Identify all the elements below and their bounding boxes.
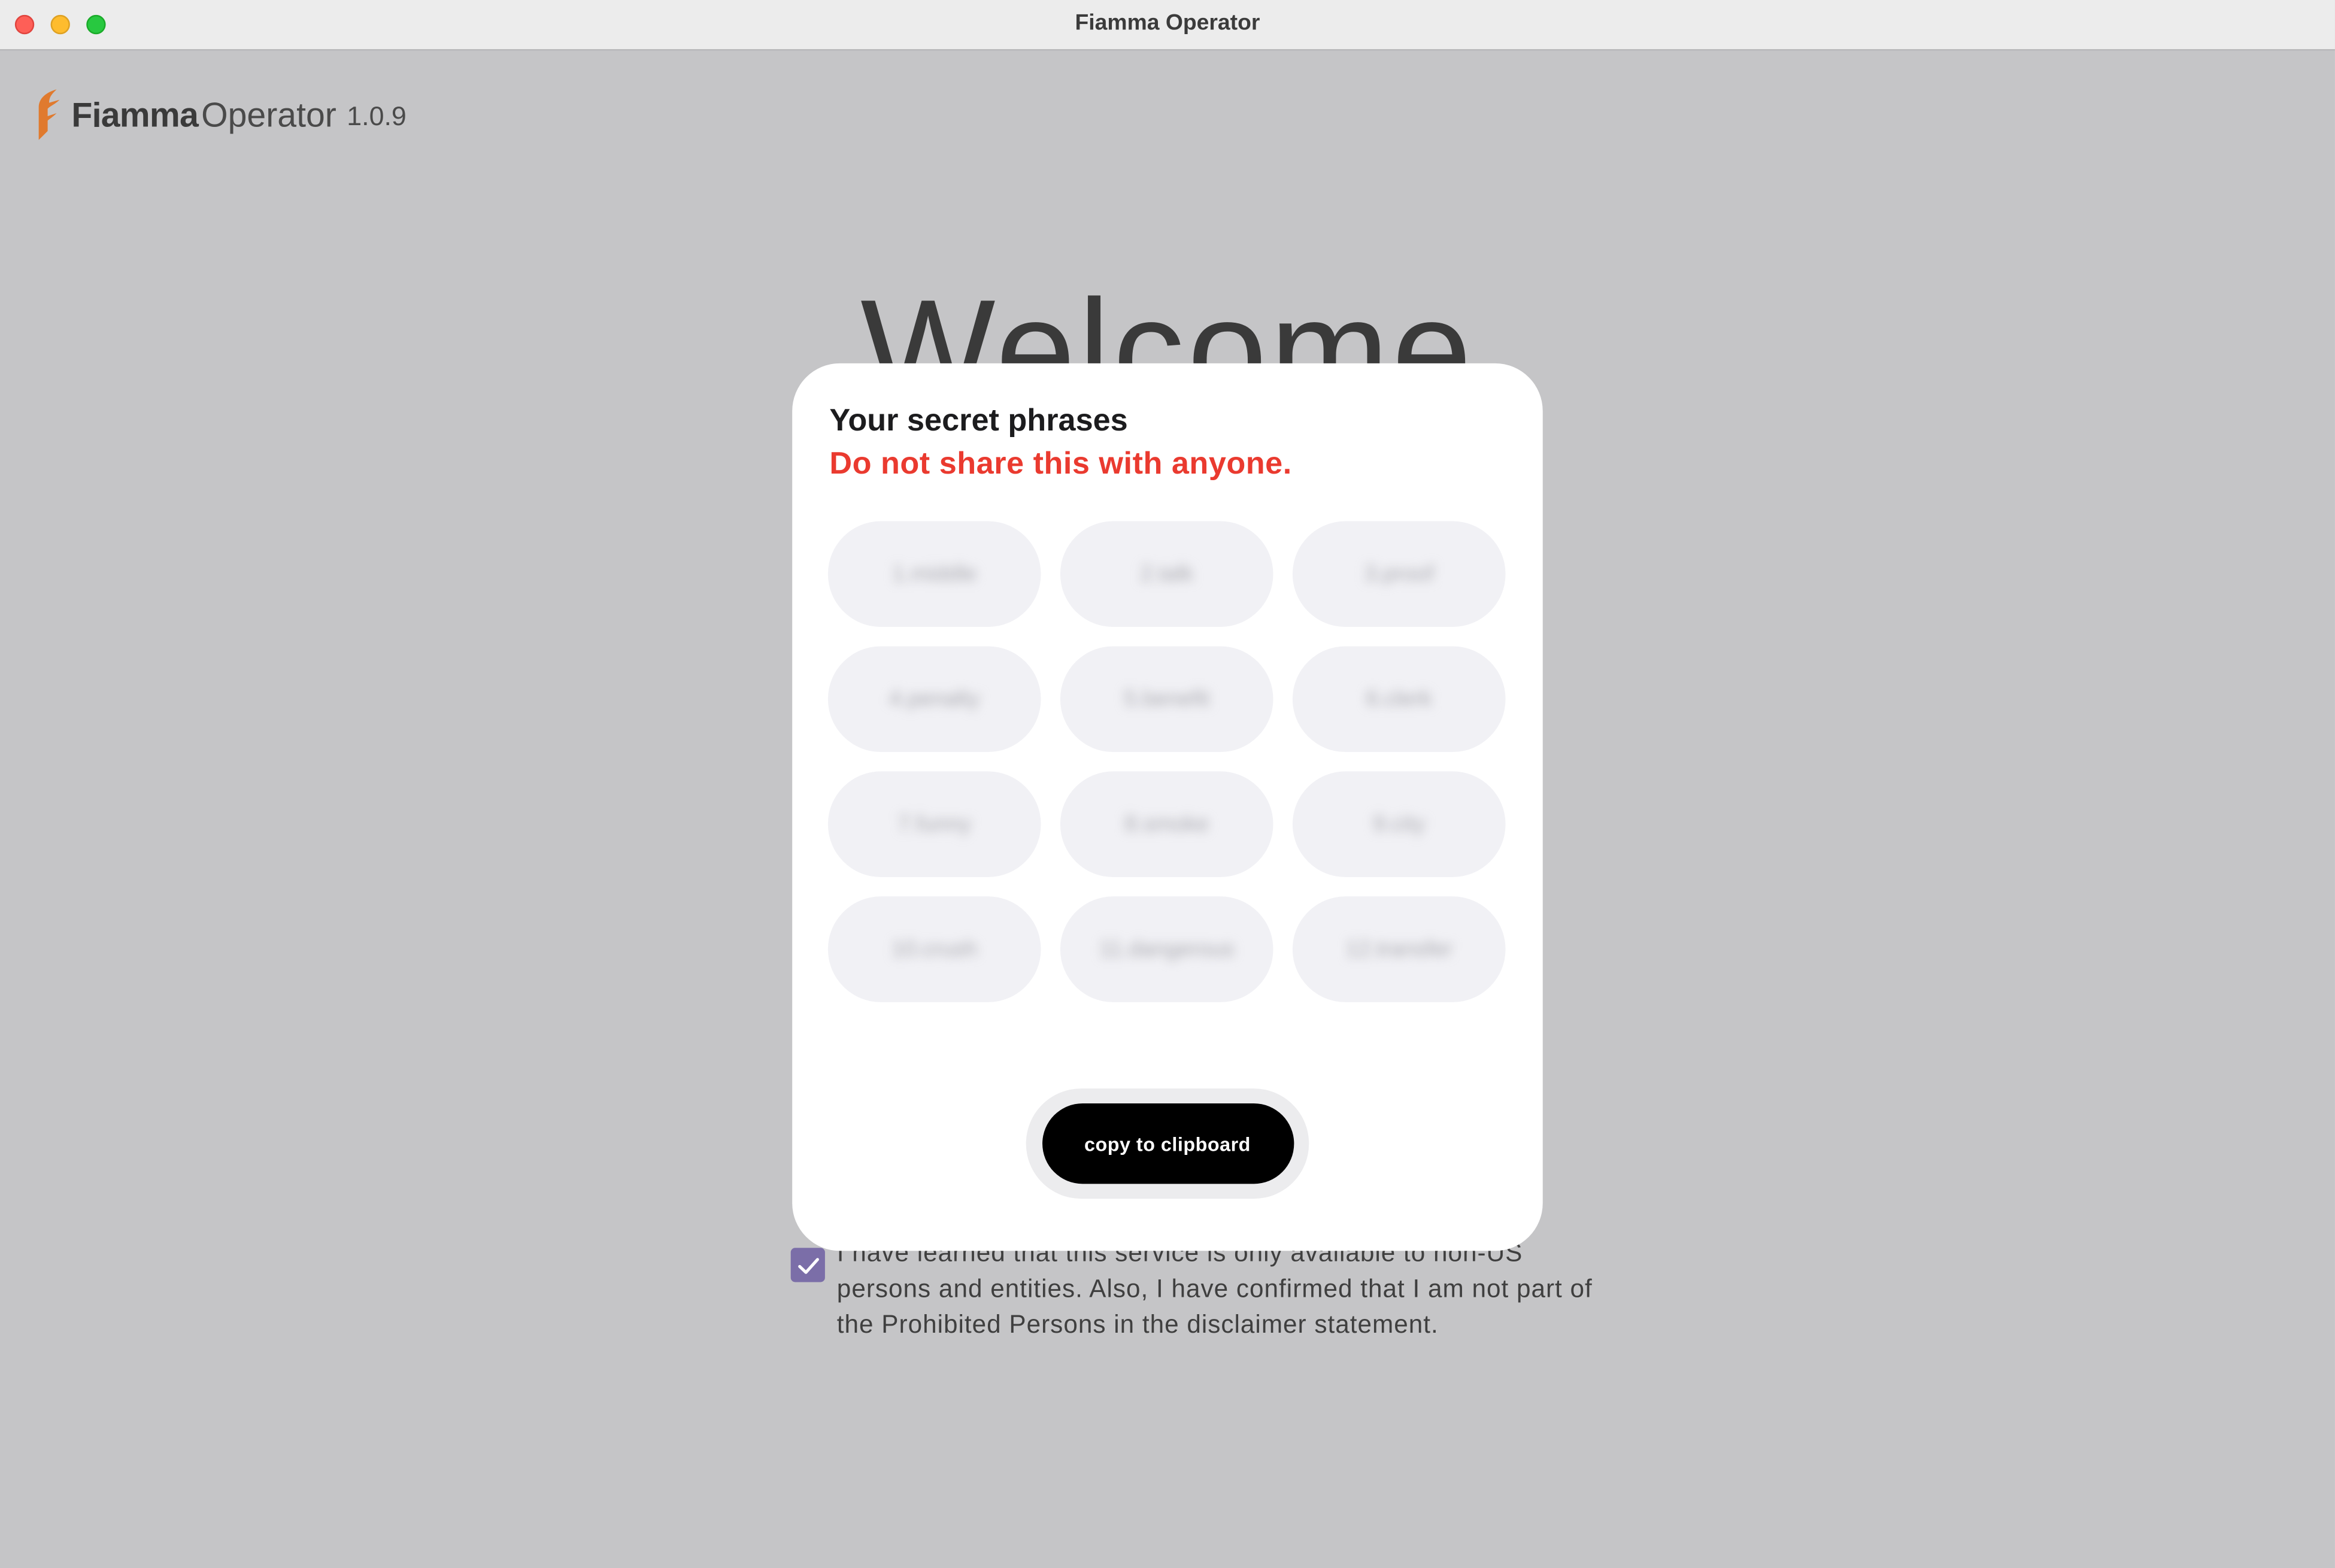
modal-warning: Do not share this with anyone. — [829, 447, 1292, 481]
secret-word: 1.middle — [892, 561, 977, 587]
secret-word-chip: 5.benefit — [1060, 646, 1273, 753]
secret-word: 8.smoke — [1124, 811, 1209, 837]
brand-name: Fiamma — [71, 94, 199, 134]
secret-word-chip: 3.proof — [1292, 521, 1506, 627]
modal-title: Your secret phrases — [829, 404, 1128, 438]
fiamma-flame-logo-icon — [38, 89, 60, 140]
copy-to-clipboard-button[interactable]: copy to clipboard — [1041, 1103, 1294, 1184]
secret-word: 7.funny — [897, 811, 971, 837]
secret-word: 11.dangerous — [1099, 936, 1235, 962]
secret-word: 6.clerk — [1366, 686, 1432, 712]
copy-button-container: copy to clipboard — [1026, 1088, 1309, 1199]
secret-word-chip: 6.clerk — [1292, 646, 1506, 753]
secret-word: 3.proof — [1364, 561, 1434, 587]
consent-checkbox[interactable] — [790, 1248, 825, 1282]
secret-word: 2.talk — [1140, 561, 1194, 587]
secret-word: 9.city — [1373, 811, 1426, 837]
secret-phrase-modal: Your secret phrases Do not share this wi… — [792, 363, 1543, 1251]
app-version: 1.0.9 — [347, 101, 407, 131]
secret-word: 12.transfer — [1345, 936, 1452, 962]
window-title: Fiamma Operator — [1075, 10, 1260, 36]
brand-product: Operator — [201, 94, 336, 134]
secret-word-chip: 12.transfer — [1292, 896, 1506, 1002]
secret-word-chip: 8.smoke — [1060, 771, 1273, 877]
secret-word-chip: 1.middle — [827, 521, 1041, 627]
secret-word-chip: 4.penalty — [827, 646, 1041, 753]
secret-word-chip: 11.dangerous — [1060, 896, 1273, 1002]
app-window: Fiamma Operator Fiamma Operator 1.0.9 We… — [0, 0, 2335, 1568]
checkmark-icon — [797, 1257, 818, 1273]
secret-word: 4.penalty — [888, 686, 980, 712]
secret-word-chip: 7.funny — [827, 771, 1041, 877]
secret-word: 10.crush — [891, 936, 978, 962]
secret-word-chip: 2.talk — [1060, 521, 1273, 627]
brand-header: Fiamma Operator 1.0.9 — [33, 85, 407, 144]
secret-word-chip: 9.city — [1292, 771, 1506, 877]
secret-word-grid: 1.middle 2.talk 3.proof 4.penalty 5.bene… — [827, 521, 1506, 1002]
consent-text: I have learned that this service is only… — [836, 1239, 1593, 1339]
window-titlebar: Fiamma Operator — [0, 0, 2335, 51]
secret-word-chip: 10.crush — [827, 896, 1041, 1002]
secret-word: 5.benefit — [1124, 686, 1210, 712]
